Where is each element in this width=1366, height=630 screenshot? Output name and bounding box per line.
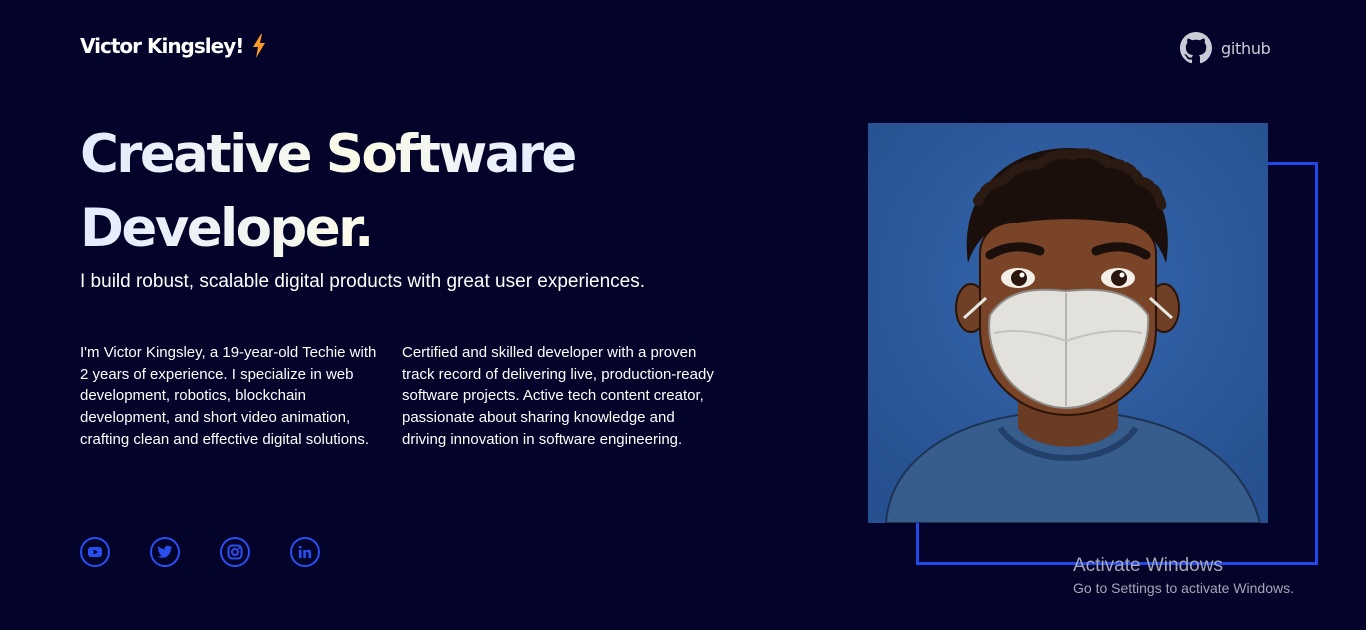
windows-activation-watermark: Activate Windows Go to Settings to activ… [1073, 555, 1294, 596]
twitter-link[interactable] [150, 537, 180, 567]
bio-left-paragraph: I'm Victor Kingsley, a 19-year-old Techi… [80, 344, 377, 448]
instagram-link[interactable] [220, 537, 250, 567]
lightning-bolt-icon [251, 33, 267, 59]
social-links [80, 537, 320, 567]
youtube-link[interactable] [80, 537, 110, 567]
brand-name: Victor Kingsley! [80, 34, 244, 58]
linkedin-icon [298, 545, 312, 559]
profile-photo [868, 123, 1268, 523]
hero-title: Creative Software Developer. [80, 118, 720, 266]
github-link[interactable]: github [1180, 32, 1271, 64]
youtube-icon [88, 547, 102, 557]
avatar-illustration [868, 123, 1268, 523]
brand-logo[interactable]: Victor Kingsley! [80, 33, 267, 59]
watermark-subtitle: Go to Settings to activate Windows. [1073, 580, 1294, 596]
linkedin-link[interactable] [290, 537, 320, 567]
hero-subtitle: I build robust, scalable digital product… [80, 271, 646, 292]
github-label: github [1221, 38, 1271, 58]
watermark-title: Activate Windows [1073, 555, 1223, 576]
hero-title-line2: Developer. [80, 198, 372, 259]
twitter-icon [157, 545, 173, 558]
hero-title-line1: Creative Software [80, 124, 575, 185]
github-icon [1180, 32, 1212, 64]
bio-right-paragraph: Certified and skilled developer with a p… [402, 344, 714, 448]
instagram-icon [227, 544, 243, 560]
